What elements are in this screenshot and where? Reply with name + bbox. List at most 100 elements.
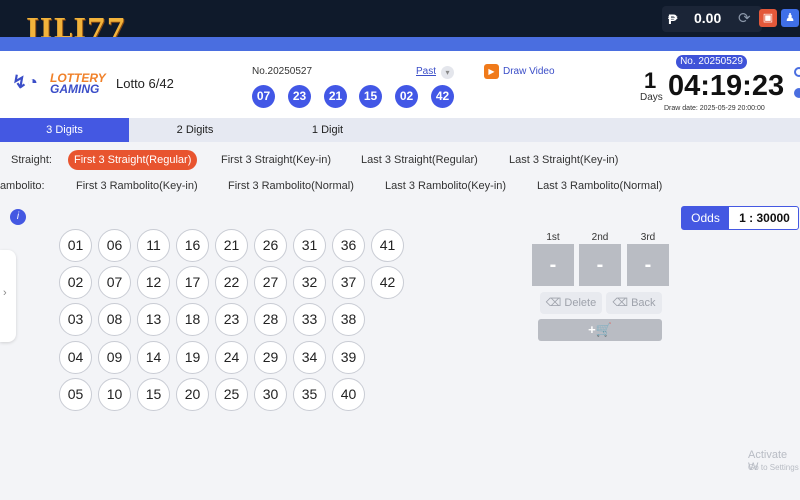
- number-ball[interactable]: 05: [59, 378, 92, 411]
- number-ball[interactable]: 12: [137, 266, 170, 299]
- number-ball[interactable]: 08: [98, 303, 131, 336]
- backspace-icon: ⌫: [612, 297, 632, 309]
- next-draw-badge: No. 20250529: [676, 55, 747, 69]
- position-1st-slot[interactable]: -: [532, 244, 574, 286]
- number-ball[interactable]: 21: [215, 229, 248, 262]
- delete-button[interactable]: ⌫ Delete: [540, 292, 602, 314]
- edge-icon[interactable]: [794, 67, 800, 77]
- result-ball: 42: [431, 85, 454, 108]
- last-draw-number: No.20250527: [252, 66, 313, 77]
- number-ball[interactable]: 38: [332, 303, 365, 336]
- number-ball[interactable]: 40: [332, 378, 365, 411]
- peso-icon: ₱: [668, 11, 678, 27]
- number-ball[interactable]: 14: [137, 341, 170, 374]
- number-ball[interactable]: 23: [215, 303, 248, 336]
- option-first-3-rambolito-normal[interactable]: First 3 Rambolito(Normal): [228, 180, 354, 192]
- result-ball: 23: [288, 85, 311, 108]
- number-ball[interactable]: 37: [332, 266, 365, 299]
- option-last-3-straight-keyin[interactable]: Last 3 Straight(Key-in): [509, 154, 618, 166]
- edge-icon[interactable]: [794, 88, 800, 98]
- days-label: Days: [640, 92, 663, 103]
- number-ball[interactable]: 32: [293, 266, 326, 299]
- position-2nd-slot[interactable]: -: [579, 244, 621, 286]
- back-label: Back: [631, 297, 656, 309]
- number-ball[interactable]: 02: [59, 266, 92, 299]
- number-ball[interactable]: 15: [137, 378, 170, 411]
- number-ball[interactable]: 35: [293, 378, 326, 411]
- number-ball[interactable]: 03: [59, 303, 92, 336]
- account-icon[interactable]: ♟: [781, 9, 799, 27]
- number-ball[interactable]: 09: [98, 341, 131, 374]
- blue-strip: [0, 37, 800, 51]
- number-ball[interactable]: 24: [215, 341, 248, 374]
- result-ball: 02: [395, 85, 418, 108]
- number-ball[interactable]: 07: [98, 266, 131, 299]
- game-name: Lotto 6/42: [116, 76, 174, 91]
- option-last-3-straight-regular[interactable]: Last 3 Straight(Regular): [361, 154, 478, 166]
- draw-date: Draw date: 2025-05-29 20:00:00: [664, 105, 765, 112]
- add-to-cart-button[interactable]: +🛒: [538, 319, 662, 341]
- option-first-3-straight-keyin[interactable]: First 3 Straight(Key-in): [221, 154, 331, 166]
- result-ball: 15: [359, 85, 382, 108]
- number-ball[interactable]: 13: [137, 303, 170, 336]
- number-ball[interactable]: 11: [137, 229, 170, 262]
- number-ball[interactable]: 17: [176, 266, 209, 299]
- option-first-3-rambolito-keyin[interactable]: First 3 Rambolito(Key-in): [76, 180, 198, 192]
- number-ball[interactable]: 39: [332, 341, 365, 374]
- tab-1-digit[interactable]: 1 Digit: [270, 118, 385, 142]
- number-ball[interactable]: 06: [98, 229, 131, 262]
- number-ball[interactable]: 22: [215, 266, 248, 299]
- lottery-gaming-logo-icon: ↯◔: [12, 72, 38, 92]
- number-ball[interactable]: 31: [293, 229, 326, 262]
- chevron-down-icon[interactable]: ▾: [441, 66, 454, 79]
- number-ball[interactable]: 42: [371, 266, 404, 299]
- refresh-icon[interactable]: ⟳: [738, 9, 751, 27]
- number-ball[interactable]: 27: [254, 266, 287, 299]
- option-first-3-straight-regular[interactable]: First 3 Straight(Regular): [68, 150, 198, 170]
- option-last-3-rambolito-keyin[interactable]: Last 3 Rambolito(Key-in): [385, 180, 506, 192]
- days-value: 1: [644, 68, 657, 93]
- past-results-link[interactable]: Past: [416, 66, 436, 77]
- promo-icon[interactable]: ▣: [759, 9, 777, 27]
- number-ball[interactable]: 18: [176, 303, 209, 336]
- chevron-right-icon[interactable]: ›: [3, 287, 7, 299]
- back-button[interactable]: ⌫ Back: [606, 292, 662, 314]
- position-2nd-label: 2nd: [591, 232, 609, 243]
- number-ball[interactable]: 20: [176, 378, 209, 411]
- number-ball[interactable]: 28: [254, 303, 287, 336]
- countdown-timer: 04:19:23: [668, 70, 785, 102]
- tab-2-digits[interactable]: 2 Digits: [135, 118, 255, 142]
- number-ball[interactable]: 30: [254, 378, 287, 411]
- number-ball[interactable]: 19: [176, 341, 209, 374]
- draw-video-link[interactable]: Draw Video: [503, 66, 555, 77]
- straight-label: Straight:: [11, 154, 52, 166]
- option-last-3-rambolito-normal[interactable]: Last 3 Rambolito(Normal): [537, 180, 662, 192]
- watermark-line2: Go to Settings: [748, 463, 799, 472]
- number-ball[interactable]: 33: [293, 303, 326, 336]
- number-ball[interactable]: 10: [98, 378, 131, 411]
- result-ball: 07: [252, 85, 275, 108]
- number-ball[interactable]: 41: [371, 229, 404, 262]
- number-ball[interactable]: 36: [332, 229, 365, 262]
- number-ball[interactable]: 04: [59, 341, 92, 374]
- number-ball[interactable]: 16: [176, 229, 209, 262]
- number-ball[interactable]: 01: [59, 229, 92, 262]
- result-ball: 21: [324, 85, 347, 108]
- balance-value: 0.00: [694, 10, 722, 26]
- tab-3-digits[interactable]: 3 Digits: [0, 118, 129, 142]
- eraser-icon: ⌫: [545, 297, 565, 309]
- odds-value: 1 : 30000: [739, 211, 790, 225]
- delete-label: Delete: [564, 297, 597, 309]
- number-ball[interactable]: 29: [254, 341, 287, 374]
- brand-bottom: GAMING: [50, 82, 100, 96]
- number-ball[interactable]: 34: [293, 341, 326, 374]
- rambolito-label: Rambolito:: [0, 180, 45, 192]
- position-3rd-slot[interactable]: -: [627, 244, 669, 286]
- number-ball[interactable]: 25: [215, 378, 248, 411]
- position-3rd-label: 3rd: [640, 232, 656, 243]
- number-ball[interactable]: 26: [254, 229, 287, 262]
- odds-label: Odds: [682, 207, 729, 229]
- video-icon[interactable]: ▶: [484, 64, 499, 79]
- info-icon[interactable]: i: [10, 209, 26, 225]
- position-1st-label: 1st: [546, 232, 560, 243]
